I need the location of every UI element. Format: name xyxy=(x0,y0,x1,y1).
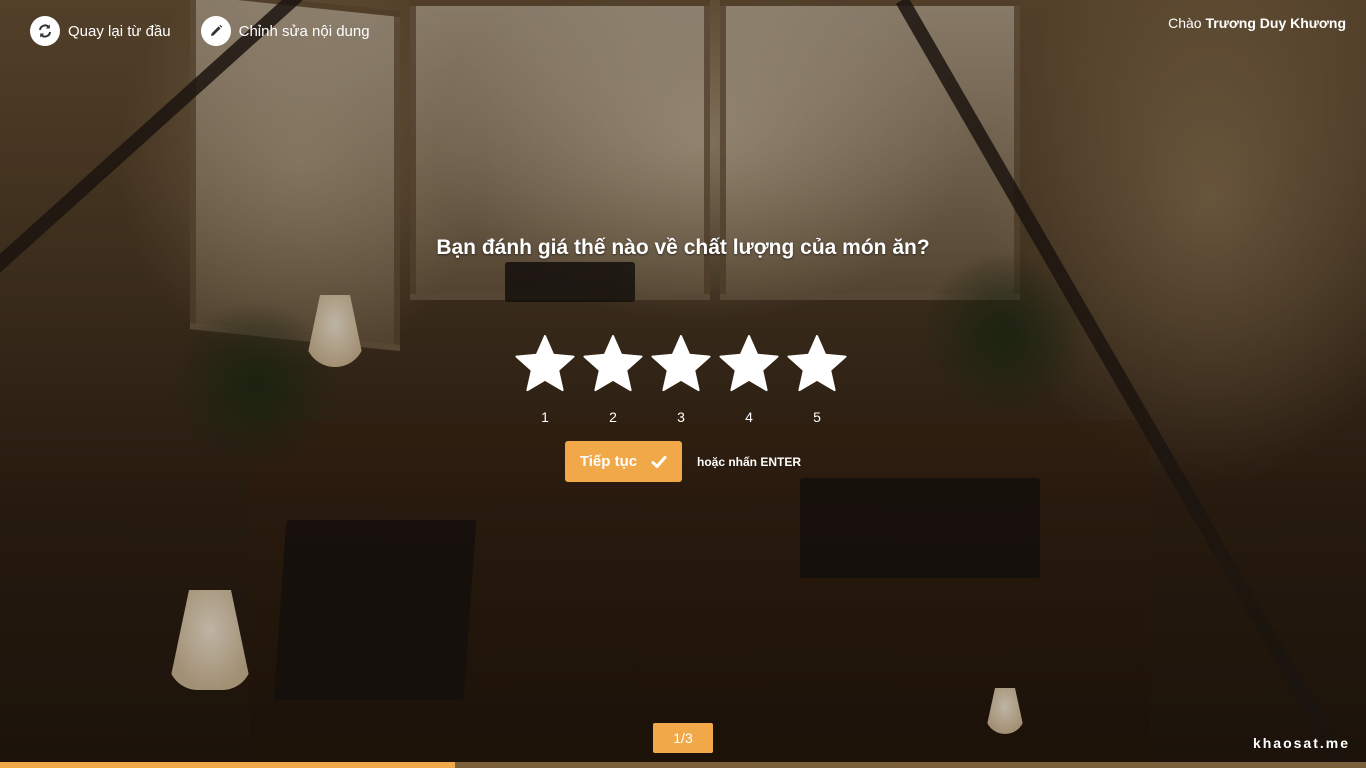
edit-content-label: Chỉnh sửa nội dung xyxy=(238,22,370,40)
continue-button[interactable]: Tiếp tục xyxy=(565,441,682,482)
user-greeting: Chào Trương Duy Khương xyxy=(1168,15,1346,31)
rating-label: 4 xyxy=(745,409,753,425)
rating-label: 3 xyxy=(677,409,685,425)
restart-button[interactable]: Quay lại từ đầu xyxy=(30,16,171,46)
star-icon xyxy=(719,335,779,392)
rating-label: 2 xyxy=(609,409,617,425)
rating-option-1[interactable]: 1 xyxy=(514,334,576,425)
star-icon xyxy=(787,335,847,392)
star-icon xyxy=(515,335,575,392)
top-actions: Quay lại từ đầu Chỉnh sửa nội dung xyxy=(30,16,370,46)
rating-label: 1 xyxy=(541,409,549,425)
continue-row: Tiếp tục hoặc nhấn ENTER xyxy=(565,441,801,482)
star-icon xyxy=(651,335,711,392)
progress-fill xyxy=(0,762,455,768)
pencil-icon xyxy=(200,16,231,46)
question-title: Bạn đánh giá thế nào về chất lượng của m… xyxy=(436,236,930,259)
star-icon xyxy=(583,335,643,392)
greeting-prefix: Chào xyxy=(1168,15,1202,31)
page-indicator: 1/3 xyxy=(653,723,713,753)
edit-content-button[interactable]: Chỉnh sửa nội dung xyxy=(200,16,370,46)
enter-hint: hoặc nhấn ENTER xyxy=(697,454,802,469)
star-rating: 1 2 3 4 5 xyxy=(514,334,848,425)
rating-option-3[interactable]: 3 xyxy=(650,334,712,425)
progress-bar xyxy=(0,762,1366,768)
continue-label: Tiếp tục xyxy=(579,453,638,470)
brand-logo: khaosat.me xyxy=(1252,735,1350,751)
check-icon xyxy=(651,455,667,468)
restart-label: Quay lại từ đầu xyxy=(68,22,171,40)
refresh-icon xyxy=(30,16,60,46)
rating-label: 5 xyxy=(813,409,821,425)
rating-option-5[interactable]: 5 xyxy=(786,334,848,425)
user-name: Trương Duy Khương xyxy=(1205,15,1346,31)
rating-option-4[interactable]: 4 xyxy=(718,334,780,425)
rating-option-2[interactable]: 2 xyxy=(582,334,644,425)
